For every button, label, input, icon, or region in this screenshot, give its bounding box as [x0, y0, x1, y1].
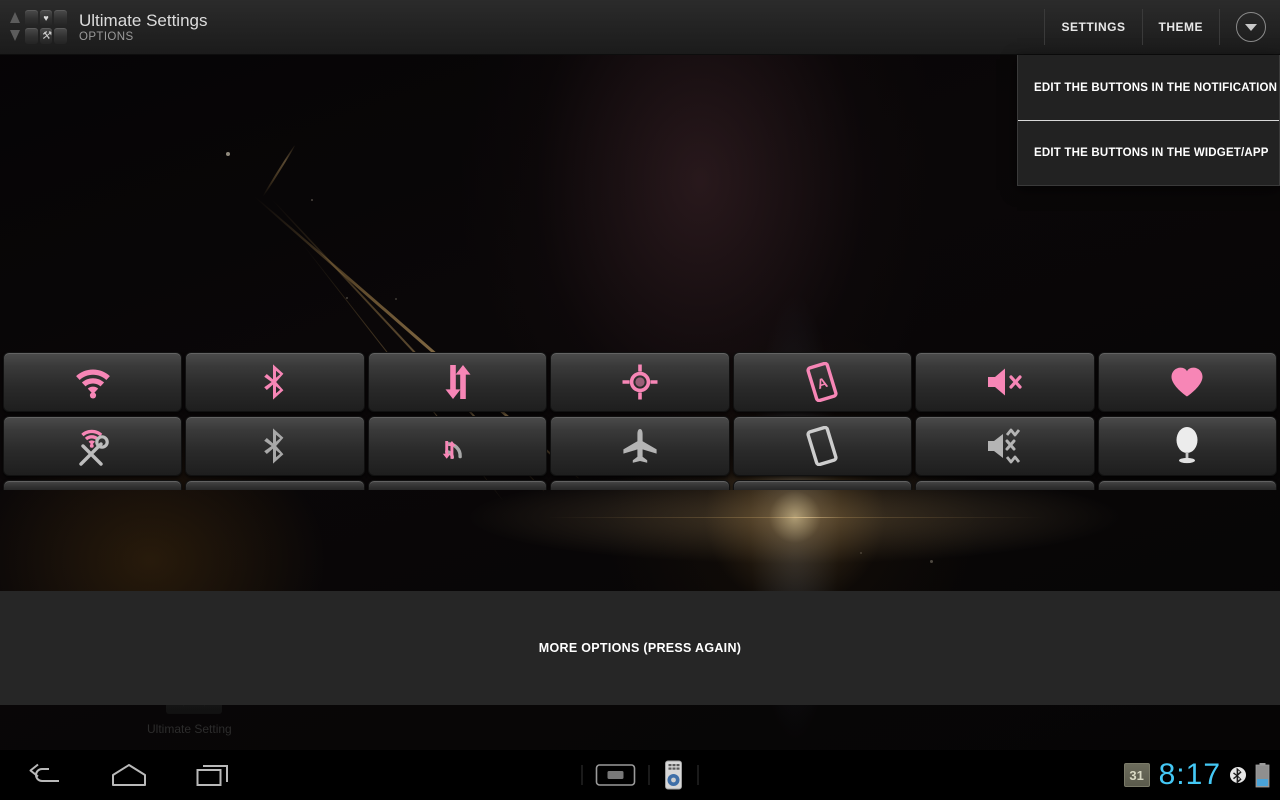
toggle-auto-rotate[interactable]: A [732, 352, 913, 412]
android-tablet-screen: Ultimate Setting Ultimate Settings OPTIO… [0, 0, 1280, 800]
toggle-row-1: A [0, 352, 1280, 412]
action-bar: Ultimate Settings OPTIONS SETTINGS THEME [0, 0, 1280, 55]
toggle-rotation-lock[interactable] [732, 416, 913, 476]
clock[interactable]: 8:17 [1159, 760, 1221, 790]
menu-item-edit-widget-app-buttons[interactable]: EDIT THE BUTTONS IN THE WIDGET/APP [1018, 120, 1279, 185]
ime-divider-middle [648, 765, 650, 785]
theme-button[interactable]: THEME [1143, 9, 1220, 45]
heart-icon [1171, 367, 1203, 397]
action-bar-actions: SETTINGS THEME [1044, 0, 1280, 55]
app-subtitle: OPTIONS [79, 30, 134, 43]
recent-apps-button[interactable] [190, 757, 236, 793]
keyboard-icon [595, 764, 636, 786]
toggle-brightness[interactable] [1097, 416, 1277, 476]
up-navigation-icon[interactable] [6, 0, 20, 55]
menu-item-edit-notification-buttons[interactable]: EDIT THE BUTTONS IN THE NOTIFICATION [1018, 55, 1279, 120]
hotspot-arrows-icon [442, 441, 462, 460]
battery-icon [1255, 763, 1270, 788]
calendar-icon[interactable]: 31 [1123, 763, 1150, 787]
recent-apps-icon [196, 765, 228, 786]
gps-crosshair-icon [622, 364, 658, 400]
bluetooth-off-icon [264, 428, 284, 464]
app-icon-cell-tools [39, 28, 53, 44]
app-icon-cell [25, 28, 38, 44]
bluetooth-icon [264, 364, 284, 400]
toggle-row3-slot-6[interactable] [915, 480, 1095, 490]
toggle-sound-mute[interactable] [915, 352, 1095, 412]
wifi-tools-icon [79, 429, 109, 466]
toggle-airplane-mode[interactable] [550, 416, 730, 476]
screen-rotation-lock-icon [806, 426, 838, 466]
app-title: Ultimate Settings [79, 10, 208, 30]
input-method-indicators [569, 760, 712, 790]
toggle-row-2 [0, 416, 1280, 476]
settings-button[interactable]: SETTINGS [1044, 9, 1143, 45]
back-arrow-icon [29, 763, 59, 782]
status-indicators: 31 8:17 [1123, 760, 1280, 790]
auto-rotate-screen-icon: A [806, 362, 838, 402]
data-sync-arrows-icon [445, 365, 471, 399]
toggle-wifi-settings[interactable] [3, 416, 183, 476]
more-options-button[interactable]: MORE OPTIONS (PRESS AGAIN) [0, 591, 1280, 705]
toggle-row3-slot-4[interactable] [550, 480, 730, 490]
remote-control-button[interactable] [663, 760, 685, 790]
toggle-row3-slot-5[interactable] [732, 480, 913, 490]
toggle-row3-slot-3[interactable] [367, 480, 548, 490]
ime-divider-left [581, 765, 583, 785]
wifi-icon [75, 369, 110, 399]
title-block: Ultimate Settings OPTIONS [79, 11, 208, 44]
toggle-bluetooth-settings[interactable] [185, 416, 365, 476]
home-button[interactable] [106, 757, 152, 793]
overflow-dropdown-menu: EDIT THE BUTTONS IN THE NOTIFICATION EDI… [1017, 55, 1280, 186]
homescreen-app-label-ghost: Ultimate Setting [147, 722, 232, 736]
keyboard-button[interactable] [595, 762, 636, 788]
airplane-icon [623, 429, 657, 463]
toggle-hotspot-tethering[interactable] [367, 416, 548, 476]
toggle-row-3-clipped [0, 480, 1280, 490]
system-navigation-bar: 31 8:17 [0, 750, 1280, 800]
toggle-row3-slot-1[interactable] [3, 480, 183, 490]
app-icon-cell [54, 28, 67, 44]
toggle-row3-slot-7[interactable] [1097, 480, 1277, 490]
toggle-button-grid: A [0, 352, 1280, 490]
toggle-wifi[interactable] [3, 352, 183, 412]
bluetooth-status-icon [1230, 767, 1246, 784]
toggle-data-sync[interactable] [367, 352, 548, 412]
lamp-brightness-icon [1176, 427, 1198, 464]
remote-control-icon [665, 760, 682, 790]
app-icon-cell [25, 10, 38, 26]
toggle-gps-location[interactable] [550, 352, 730, 412]
vibrate-mute-icon [987, 428, 1020, 464]
chevron-down-circle-icon[interactable] [1236, 12, 1266, 42]
speaker-mute-icon [987, 368, 1022, 396]
svg-text:A: A [816, 374, 830, 392]
toggle-vibrate-silent[interactable] [915, 416, 1095, 476]
toggle-bluetooth[interactable] [185, 352, 365, 412]
back-button[interactable] [22, 757, 68, 793]
home-icon [112, 764, 146, 786]
ultimate-settings-app-icon [24, 9, 68, 45]
navigation-buttons [0, 757, 236, 793]
overflow-menu-wrapper [1220, 12, 1280, 42]
toggle-row3-slot-2[interactable] [185, 480, 365, 490]
app-icon-cell [54, 10, 67, 26]
ime-divider-right [697, 765, 699, 785]
app-icon-cell-heart [39, 10, 53, 26]
toggle-favorite[interactable] [1097, 352, 1277, 412]
